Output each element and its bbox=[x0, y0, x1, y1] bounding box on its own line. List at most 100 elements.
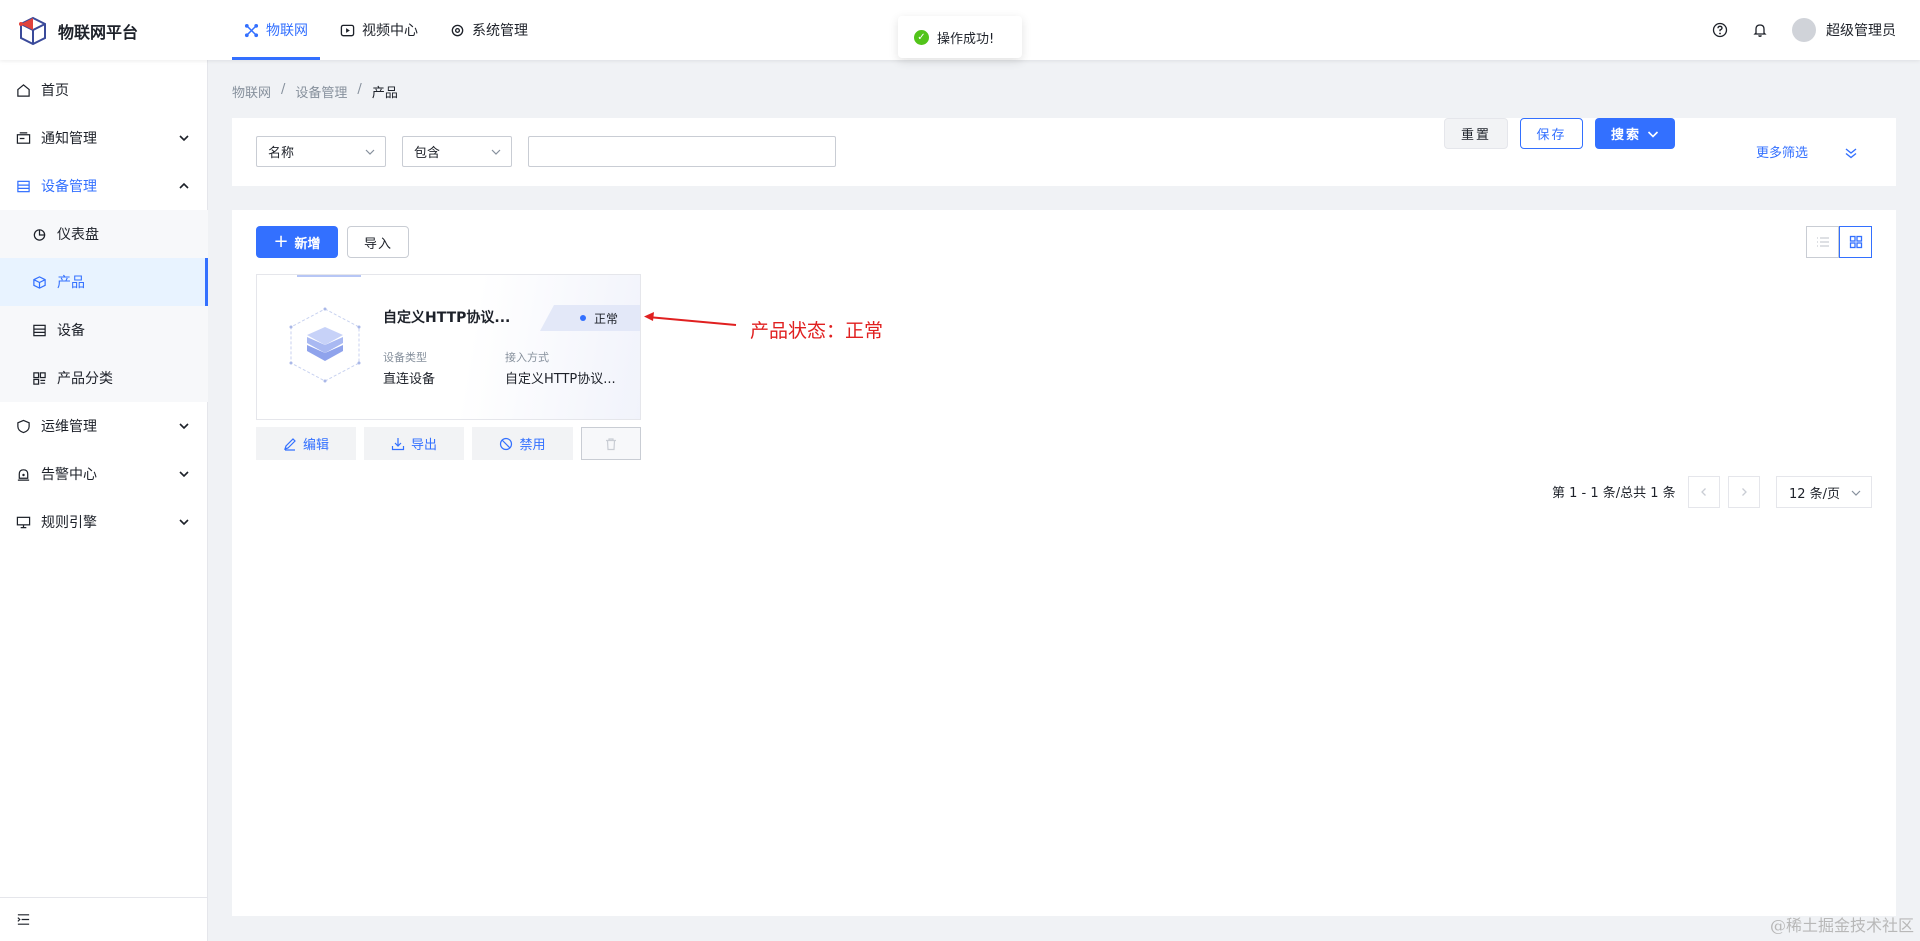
success-toast: ✓ 操作成功! bbox=[898, 16, 1022, 58]
sidebar-item-label: 产品分类 bbox=[57, 371, 113, 387]
cube-icon bbox=[33, 275, 46, 289]
sidebar-item-label: 设备管理 bbox=[41, 179, 97, 195]
topnav-iot[interactable]: 物联网 bbox=[232, 0, 320, 60]
card-view-button[interactable] bbox=[1839, 226, 1872, 258]
alarm-icon bbox=[17, 468, 30, 481]
field-select-value: 名称 bbox=[268, 146, 295, 161]
search-button-label: 搜索 bbox=[1610, 128, 1641, 143]
bell-icon[interactable] bbox=[1752, 22, 1768, 38]
search-button[interactable]: 搜索 bbox=[1595, 118, 1675, 149]
chevron-right-icon bbox=[1742, 488, 1747, 496]
plus-icon: + bbox=[273, 231, 289, 252]
card-actions: 编辑 导出 禁用 bbox=[256, 427, 642, 460]
edit-icon bbox=[284, 437, 296, 451]
sidebar-item-label: 产品 bbox=[57, 275, 85, 291]
collapse-menu-icon[interactable] bbox=[16, 912, 31, 927]
access-method-label: 接入方式 bbox=[505, 351, 549, 364]
toast-text: 操作成功! bbox=[937, 31, 995, 47]
sidebar-item-device[interactable]: 设备 bbox=[0, 306, 208, 354]
export-button[interactable]: 导出 bbox=[364, 427, 464, 460]
page-size-value: 12 条/页 bbox=[1789, 486, 1841, 502]
chevron-down-icon bbox=[365, 149, 375, 155]
export-label: 导出 bbox=[410, 438, 437, 453]
breadcrumb-device-mgmt[interactable]: 设备管理 bbox=[295, 82, 347, 101]
prev-page-button[interactable] bbox=[1688, 476, 1720, 508]
top-nav: 物联网 视频中心 系统管理 bbox=[232, 0, 548, 60]
device-type-value: 直连设备 bbox=[383, 372, 436, 387]
pie-chart-icon bbox=[33, 228, 46, 241]
header-actions: 超级管理员 bbox=[1712, 0, 1896, 60]
device-mgmt-icon bbox=[17, 180, 30, 192]
chevron-down-icon bbox=[179, 519, 189, 526]
topnav-video-label: 视频中心 bbox=[362, 23, 418, 39]
page-size-select[interactable]: 12 条/页 bbox=[1776, 476, 1872, 508]
shield-icon bbox=[17, 419, 30, 433]
status-text: 正常 bbox=[594, 311, 619, 326]
sidebar-item-rules[interactable]: 规则引擎 bbox=[0, 498, 208, 546]
disable-button[interactable]: 禁用 bbox=[472, 427, 573, 460]
home-icon bbox=[17, 83, 30, 97]
sidebar-footer bbox=[0, 897, 208, 941]
sidebar-item-label: 规则引擎 bbox=[41, 515, 97, 531]
breadcrumb-iot[interactable]: 物联网 bbox=[232, 82, 271, 101]
ban-icon bbox=[500, 437, 513, 450]
chevron-down-icon bbox=[179, 471, 189, 478]
sidebar-item-ops[interactable]: 运维管理 bbox=[0, 402, 208, 450]
double-chevron-down-icon[interactable] bbox=[1844, 146, 1858, 160]
add-button-label: 新增 bbox=[294, 236, 321, 252]
cube-logo-icon bbox=[19, 16, 46, 46]
save-button[interactable]: 保存 bbox=[1520, 118, 1583, 149]
sidebar-item-notify[interactable]: 通知管理 bbox=[0, 114, 208, 162]
product-card[interactable]: 自定义HTTP协议... 正常 设备类型 直连设备 接入方式 自定义HTTP协议… bbox=[256, 274, 641, 420]
sidebar-item-home[interactable]: 首页 bbox=[0, 66, 208, 114]
device-type-label: 设备类型 bbox=[383, 351, 427, 364]
sidebar-item-label: 仪表盘 bbox=[57, 227, 99, 243]
sidebar-item-label: 运维管理 bbox=[41, 419, 97, 435]
user-menu[interactable]: 超级管理员 bbox=[1792, 18, 1896, 42]
breadcrumb-sep: / bbox=[281, 82, 286, 97]
device-icon bbox=[33, 324, 46, 336]
operator-select[interactable]: 包含 bbox=[402, 136, 512, 167]
keyword-input[interactable] bbox=[528, 136, 836, 167]
user-name: 超级管理员 bbox=[1826, 23, 1896, 39]
annotation-text: 产品状态：正常 bbox=[750, 320, 884, 342]
breadcrumb-product: 产品 bbox=[371, 86, 398, 101]
content-panel: + 新增 导入 自定义HTTP协议... 正常 设备类型 直连设备 接入方式 自… bbox=[232, 210, 1896, 916]
sidebar-item-device-mgmt[interactable]: 设备管理 bbox=[0, 162, 208, 210]
sidebar-item-label: 通知管理 bbox=[41, 131, 97, 147]
delete-button[interactable] bbox=[581, 427, 641, 460]
sidebar-item-label: 首页 bbox=[41, 83, 69, 99]
sidebar-item-category[interactable]: 产品分类 bbox=[0, 354, 208, 402]
access-method-value: 自定义HTTP协议... bbox=[505, 372, 616, 387]
operator-select-value: 包含 bbox=[414, 146, 441, 161]
import-button[interactable]: 导入 bbox=[347, 226, 409, 258]
field-select[interactable]: 名称 bbox=[256, 136, 386, 167]
view-toggle bbox=[1806, 226, 1872, 258]
annotation-arrow-icon bbox=[644, 312, 737, 326]
category-icon bbox=[33, 371, 46, 385]
sidebar-item-dashboard[interactable]: 仪表盘 bbox=[0, 210, 208, 258]
add-button[interactable]: + 新增 bbox=[256, 226, 338, 258]
help-icon[interactable] bbox=[1712, 22, 1728, 38]
next-page-button[interactable] bbox=[1728, 476, 1760, 508]
edit-button[interactable]: 编辑 bbox=[256, 427, 356, 460]
edit-label: 编辑 bbox=[302, 438, 329, 453]
sidebar: 首页 通知管理 设备管理 仪表盘 产品 设备 产品分类 运维管理 告警中心 规则… bbox=[0, 60, 208, 941]
chevron-down-icon bbox=[1647, 130, 1659, 138]
sidebar-item-alarm[interactable]: 告警中心 bbox=[0, 450, 208, 498]
topnav-system[interactable]: 系统管理 bbox=[438, 0, 540, 60]
breadcrumb: 物联网 / 设备管理 / 产品 bbox=[232, 82, 398, 101]
more-filters-link[interactable]: 更多筛选 bbox=[1756, 142, 1808, 161]
reset-button[interactable]: 重置 bbox=[1444, 118, 1508, 149]
topnav-iot-label: 物联网 bbox=[266, 23, 308, 39]
app-logo[interactable]: 物联网平台 bbox=[18, 16, 138, 46]
sidebar-item-product[interactable]: 产品 bbox=[0, 258, 208, 306]
product-logo-icon bbox=[289, 307, 361, 383]
avatar bbox=[1792, 18, 1816, 42]
sidebar-item-label: 设备 bbox=[57, 323, 85, 339]
notify-icon bbox=[16, 131, 31, 144]
list-view-button[interactable] bbox=[1806, 226, 1839, 258]
topnav-video[interactable]: 视频中心 bbox=[328, 0, 430, 60]
pagination-total: 第 1 - 1 条/总共 1 条 bbox=[1552, 486, 1676, 501]
app-title: 物联网平台 bbox=[58, 23, 139, 42]
